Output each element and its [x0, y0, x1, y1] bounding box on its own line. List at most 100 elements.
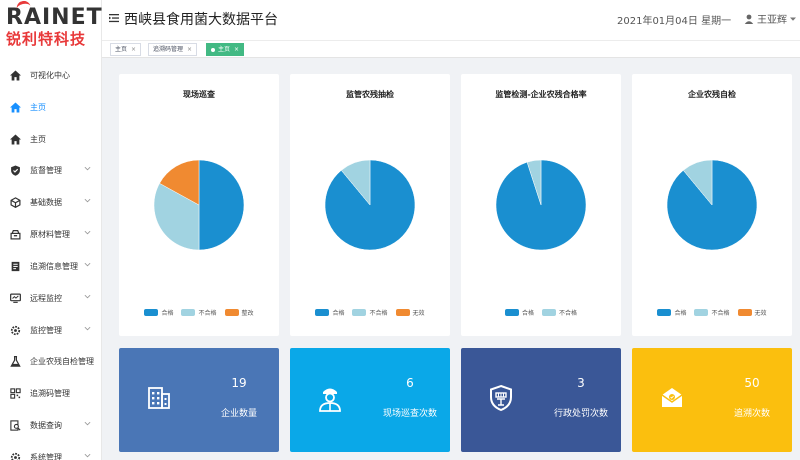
document-icon: [10, 261, 21, 272]
tab-2[interactable]: 主页 ×: [206, 43, 245, 56]
legend-item[interactable]: 合格: [144, 308, 173, 317]
sidebar-item-label: 原材料管理: [30, 229, 70, 239]
penalty-icon: [487, 384, 515, 412]
legend-label: 整改: [241, 310, 254, 317]
flask-icon: [10, 355, 21, 367]
current-date: 2021年01月04日 星期一: [617, 16, 732, 27]
sidebar-item-label: 远程监控: [30, 293, 62, 303]
chart-card-3: 企业农残自检合格 不合格 无效: [632, 74, 792, 336]
stat-value: 3: [577, 376, 585, 390]
logo-text-en: RAINET: [6, 5, 103, 30]
box-icon: [10, 229, 21, 240]
active-dot-icon: [211, 47, 215, 52]
sidebar-item-label: 主页: [30, 134, 46, 144]
logo[interactable]: RAINET 锐利特科技: [6, 0, 102, 52]
tab-label: 主页: [115, 46, 128, 53]
legend-item[interactable]: 无效: [737, 308, 767, 317]
legend-item[interactable]: 不合格: [694, 308, 730, 317]
legend-label: 不合格: [198, 310, 217, 317]
tabs-bar: 主页 × 追溯码管理 × 主页 ×: [102, 40, 800, 58]
chart-title: 企业农残自检: [688, 90, 736, 99]
legend-label: 无效: [754, 310, 767, 317]
sidebar-item-7[interactable]: 远程监控: [0, 286, 102, 310]
chart-legend: 合格 不合格 无效: [632, 308, 792, 317]
qrcode-icon: [10, 387, 21, 399]
stat-card-3[interactable]: 50 追溯次数: [632, 348, 792, 452]
pie-chart: [325, 160, 415, 250]
user-icon: [744, 14, 754, 24]
stat-label: 行政处罚次数: [553, 409, 608, 419]
home-icon: [10, 102, 21, 113]
sidebar-item-label: 数据查询: [30, 420, 62, 430]
legend-label: 合格: [674, 310, 687, 317]
sidebar-item-3[interactable]: 监督管理: [0, 158, 102, 182]
gear-icon: [10, 325, 21, 336]
chart-card-0: 现场巡查合格 不合格 整改: [119, 74, 279, 336]
legend-item[interactable]: 整改: [224, 308, 254, 317]
legend-label: 不合格: [711, 310, 730, 317]
legend-item[interactable]: 合格: [504, 308, 534, 317]
sidebar-item-4[interactable]: 基础数据: [0, 190, 102, 214]
sidebar-item-11[interactable]: 数据查询: [0, 413, 102, 437]
user-menu[interactable]: 王亚辉: [744, 11, 796, 26]
chart-title: 现场巡查: [183, 90, 215, 99]
sidebar-item-label: 系统管理: [30, 452, 62, 460]
inspector-icon: [316, 384, 344, 412]
sidebar-item-5[interactable]: 原材料管理: [0, 222, 102, 246]
legend-item[interactable]: 不合格: [542, 308, 577, 317]
legend-swatch: [181, 309, 196, 316]
legend-swatch: [224, 309, 239, 316]
chevron-down-icon: [84, 293, 91, 300]
pie-chart: [496, 160, 586, 250]
chevron-down-icon: [84, 229, 91, 236]
stat-card-0[interactable]: 19 企业数量: [119, 348, 279, 452]
legend-swatch: [737, 309, 752, 316]
chart-legend: 合格 不合格: [461, 308, 621, 317]
sidebar-item-label: 主页: [30, 102, 46, 112]
sidebar-item-8[interactable]: 监控管理: [0, 318, 102, 342]
sidebar-item-label: 追溯信息管理: [30, 261, 78, 271]
sidebar-item-2[interactable]: 主页: [0, 127, 102, 151]
page-title: 西峡县食用菌大数据平台: [124, 12, 278, 28]
gear-icon: [10, 452, 21, 460]
search-doc-icon: [10, 419, 21, 431]
pie-slice-0[interactable]: [198, 160, 244, 250]
stat-value: 19: [231, 376, 247, 390]
close-icon[interactable]: ×: [234, 44, 239, 55]
sidebar-item-label: 追溯码管理: [30, 388, 70, 398]
sidebar-item-6[interactable]: 追溯信息管理: [0, 254, 102, 278]
logo-text-cn: 锐利特科技: [6, 30, 87, 48]
sidebar-item-0[interactable]: 可视化中心: [0, 63, 102, 87]
stat-card-2[interactable]: 3 行政处罚次数: [461, 348, 621, 452]
sidebar-item-label: 基础数据: [30, 197, 62, 207]
close-icon[interactable]: ×: [187, 44, 192, 55]
legend-swatch: [315, 309, 330, 316]
sidebar-item-12[interactable]: 系统管理: [0, 445, 102, 460]
menu-toggle-icon[interactable]: [109, 13, 119, 23]
legend-item[interactable]: 合格: [315, 308, 344, 317]
legend-swatch: [694, 309, 709, 316]
legend-item[interactable]: 合格: [657, 308, 686, 317]
legend-swatch: [395, 309, 410, 316]
tab-0[interactable]: 主页 ×: [110, 43, 142, 56]
legend-label: 不合格: [369, 310, 388, 317]
chart-legend: 合格 不合格 整改: [119, 308, 279, 317]
sidebar-item-label: 监督管理: [30, 165, 62, 175]
stat-label: 企业数量: [220, 409, 257, 419]
stat-card-1[interactable]: 6 现场巡查次数: [290, 348, 450, 452]
legend-label: 合格: [521, 310, 534, 317]
close-icon[interactable]: ×: [131, 44, 136, 55]
sidebar-item-9[interactable]: 企业农残自检管理: [0, 349, 102, 373]
legend-item[interactable]: 不合格: [352, 308, 388, 317]
sidebar-item-10[interactable]: 追溯码管理: [0, 381, 102, 405]
tab-1[interactable]: 追溯码管理 ×: [148, 43, 198, 56]
sidebar-item-label: 企业农残自检管理: [30, 356, 94, 366]
stat-value: 6: [406, 376, 414, 390]
legend-item[interactable]: 不合格: [181, 308, 217, 317]
pie-chart: [154, 160, 244, 250]
legend-swatch: [352, 309, 367, 316]
sidebar-item-1[interactable]: 主页: [0, 95, 102, 119]
legend-item[interactable]: 无效: [395, 308, 425, 317]
cube-icon: [10, 196, 21, 208]
chart-title: 监管农残抽检: [346, 90, 394, 99]
